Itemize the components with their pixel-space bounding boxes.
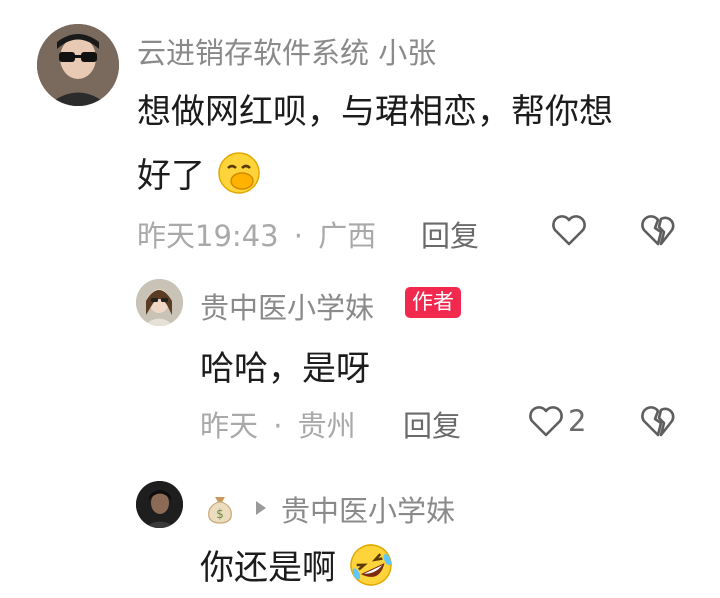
reply-arrow-icon xyxy=(254,499,268,521)
reply-button[interactable]: 回复 xyxy=(421,213,479,255)
svg-text:$: $ xyxy=(216,507,224,521)
comment-location: 广西 xyxy=(318,219,377,253)
avatar[interactable] xyxy=(136,279,183,326)
avatar[interactable] xyxy=(136,481,183,528)
reply-to-author[interactable]: 贵中医小学妹 xyxy=(281,488,455,530)
broken-heart-icon[interactable] xyxy=(640,404,676,442)
like-count: 2 xyxy=(568,404,587,438)
heart-icon[interactable] xyxy=(551,213,587,251)
comment-meta: 昨天19:43 · 广西 xyxy=(137,213,376,255)
comment-time: 昨天19:43 xyxy=(137,219,279,253)
money-bag-emoji: $ xyxy=(203,491,237,529)
author-badge: 作者 xyxy=(405,287,461,318)
separator: · xyxy=(293,219,304,253)
comment-text: 你还是啊 xyxy=(200,540,395,598)
comment-text-line: 想做网红呗，与珺相恋，帮你想 xyxy=(137,92,613,132)
heart-icon[interactable] xyxy=(528,404,564,442)
comment-text-line: 好了 xyxy=(137,156,205,196)
rolling-laughing-emoji xyxy=(347,541,395,598)
hand-over-mouth-emoji xyxy=(216,150,262,205)
comment-text: 哈哈，是呀 xyxy=(200,349,370,389)
avatar[interactable] xyxy=(37,24,119,106)
comment-author[interactable]: 贵中医小学妹 xyxy=(200,285,374,327)
broken-heart-icon[interactable] xyxy=(640,213,676,251)
reply-button[interactable]: 回复 xyxy=(403,403,461,445)
comment-text: 好了 xyxy=(137,148,262,205)
comment-time: 昨天 xyxy=(200,409,259,443)
comment-meta: 昨天 · 贵州 xyxy=(200,403,356,445)
comment-author[interactable]: 云进销存软件系统 小张 xyxy=(137,30,436,72)
comment-text-line: 你还是啊 xyxy=(200,548,336,588)
comment-text: 想做网红呗，与珺相恋，帮你想 xyxy=(137,84,613,133)
comment-location: 贵州 xyxy=(297,409,356,443)
separator: · xyxy=(273,409,283,443)
